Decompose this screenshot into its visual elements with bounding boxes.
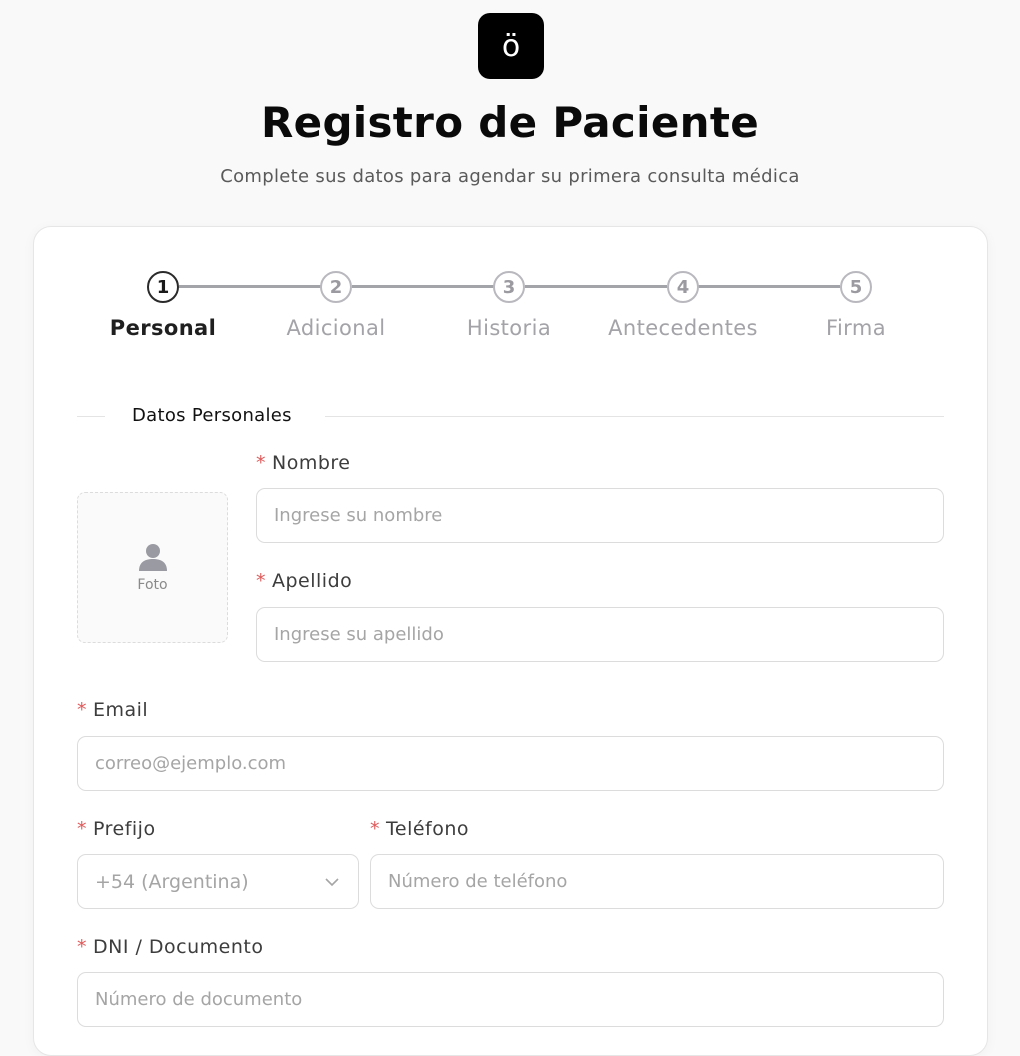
section-divider-left <box>77 416 105 417</box>
logo-icon: ö <box>501 28 521 64</box>
photo-upload[interactable]: Foto <box>77 492 228 643</box>
step-connector <box>698 285 840 288</box>
section-title: Datos Personales <box>132 405 292 426</box>
telefono-label-text: Teléfono <box>386 818 470 840</box>
step-4-label[interactable]: Antecedentes <box>593 316 773 340</box>
chevron-down-icon <box>325 878 339 887</box>
step-connector <box>352 285 494 288</box>
required-mark: * <box>77 818 87 840</box>
required-mark: * <box>77 699 87 721</box>
apellido-label-text: Apellido <box>272 570 353 592</box>
telefono-input[interactable] <box>370 854 944 909</box>
step-4-indicator[interactable]: 4 <box>667 271 699 303</box>
page-subtitle: Complete sus datos para agendar su prime… <box>220 166 800 187</box>
step-2-indicator[interactable]: 2 <box>320 271 352 303</box>
dni-input[interactable] <box>77 972 944 1027</box>
nombre-label: * Nombre <box>256 452 351 474</box>
prefijo-selected-value: +54 (Argentina) <box>95 870 249 893</box>
user-icon <box>138 543 167 571</box>
required-mark: * <box>370 818 380 840</box>
step-3-label[interactable]: Historia <box>419 316 599 340</box>
step-2-label[interactable]: Adicional <box>246 316 426 340</box>
step-5-indicator[interactable]: 5 <box>840 271 872 303</box>
app-logo: ö <box>478 13 544 79</box>
prefijo-label-text: Prefijo <box>93 818 156 840</box>
photo-label: Foto <box>137 576 168 593</box>
dni-label-text: DNI / Documento <box>93 936 264 958</box>
email-input[interactable] <box>77 736 944 791</box>
dni-label: * DNI / Documento <box>77 936 263 958</box>
telefono-label: * Teléfono <box>370 818 469 840</box>
step-connector <box>525 285 667 288</box>
step-connector <box>179 285 321 288</box>
required-mark: * <box>77 936 87 958</box>
email-label-text: Email <box>93 699 149 721</box>
prefijo-select[interactable]: +54 (Argentina) <box>77 854 359 909</box>
nombre-input[interactable] <box>256 488 944 543</box>
step-3-indicator[interactable]: 3 <box>493 271 525 303</box>
step-5-label[interactable]: Firma <box>766 316 946 340</box>
page-title: Registro de Paciente <box>261 98 759 147</box>
step-1-indicator[interactable]: 1 <box>147 271 179 303</box>
required-mark: * <box>256 570 266 592</box>
required-mark: * <box>256 452 266 474</box>
apellido-label: * Apellido <box>256 570 352 592</box>
email-label: * Email <box>77 699 148 721</box>
prefijo-label: * Prefijo <box>77 818 156 840</box>
apellido-input[interactable] <box>256 607 944 662</box>
section-divider-right <box>325 416 944 417</box>
nombre-label-text: Nombre <box>272 452 351 474</box>
step-1-label[interactable]: Personal <box>73 316 253 340</box>
